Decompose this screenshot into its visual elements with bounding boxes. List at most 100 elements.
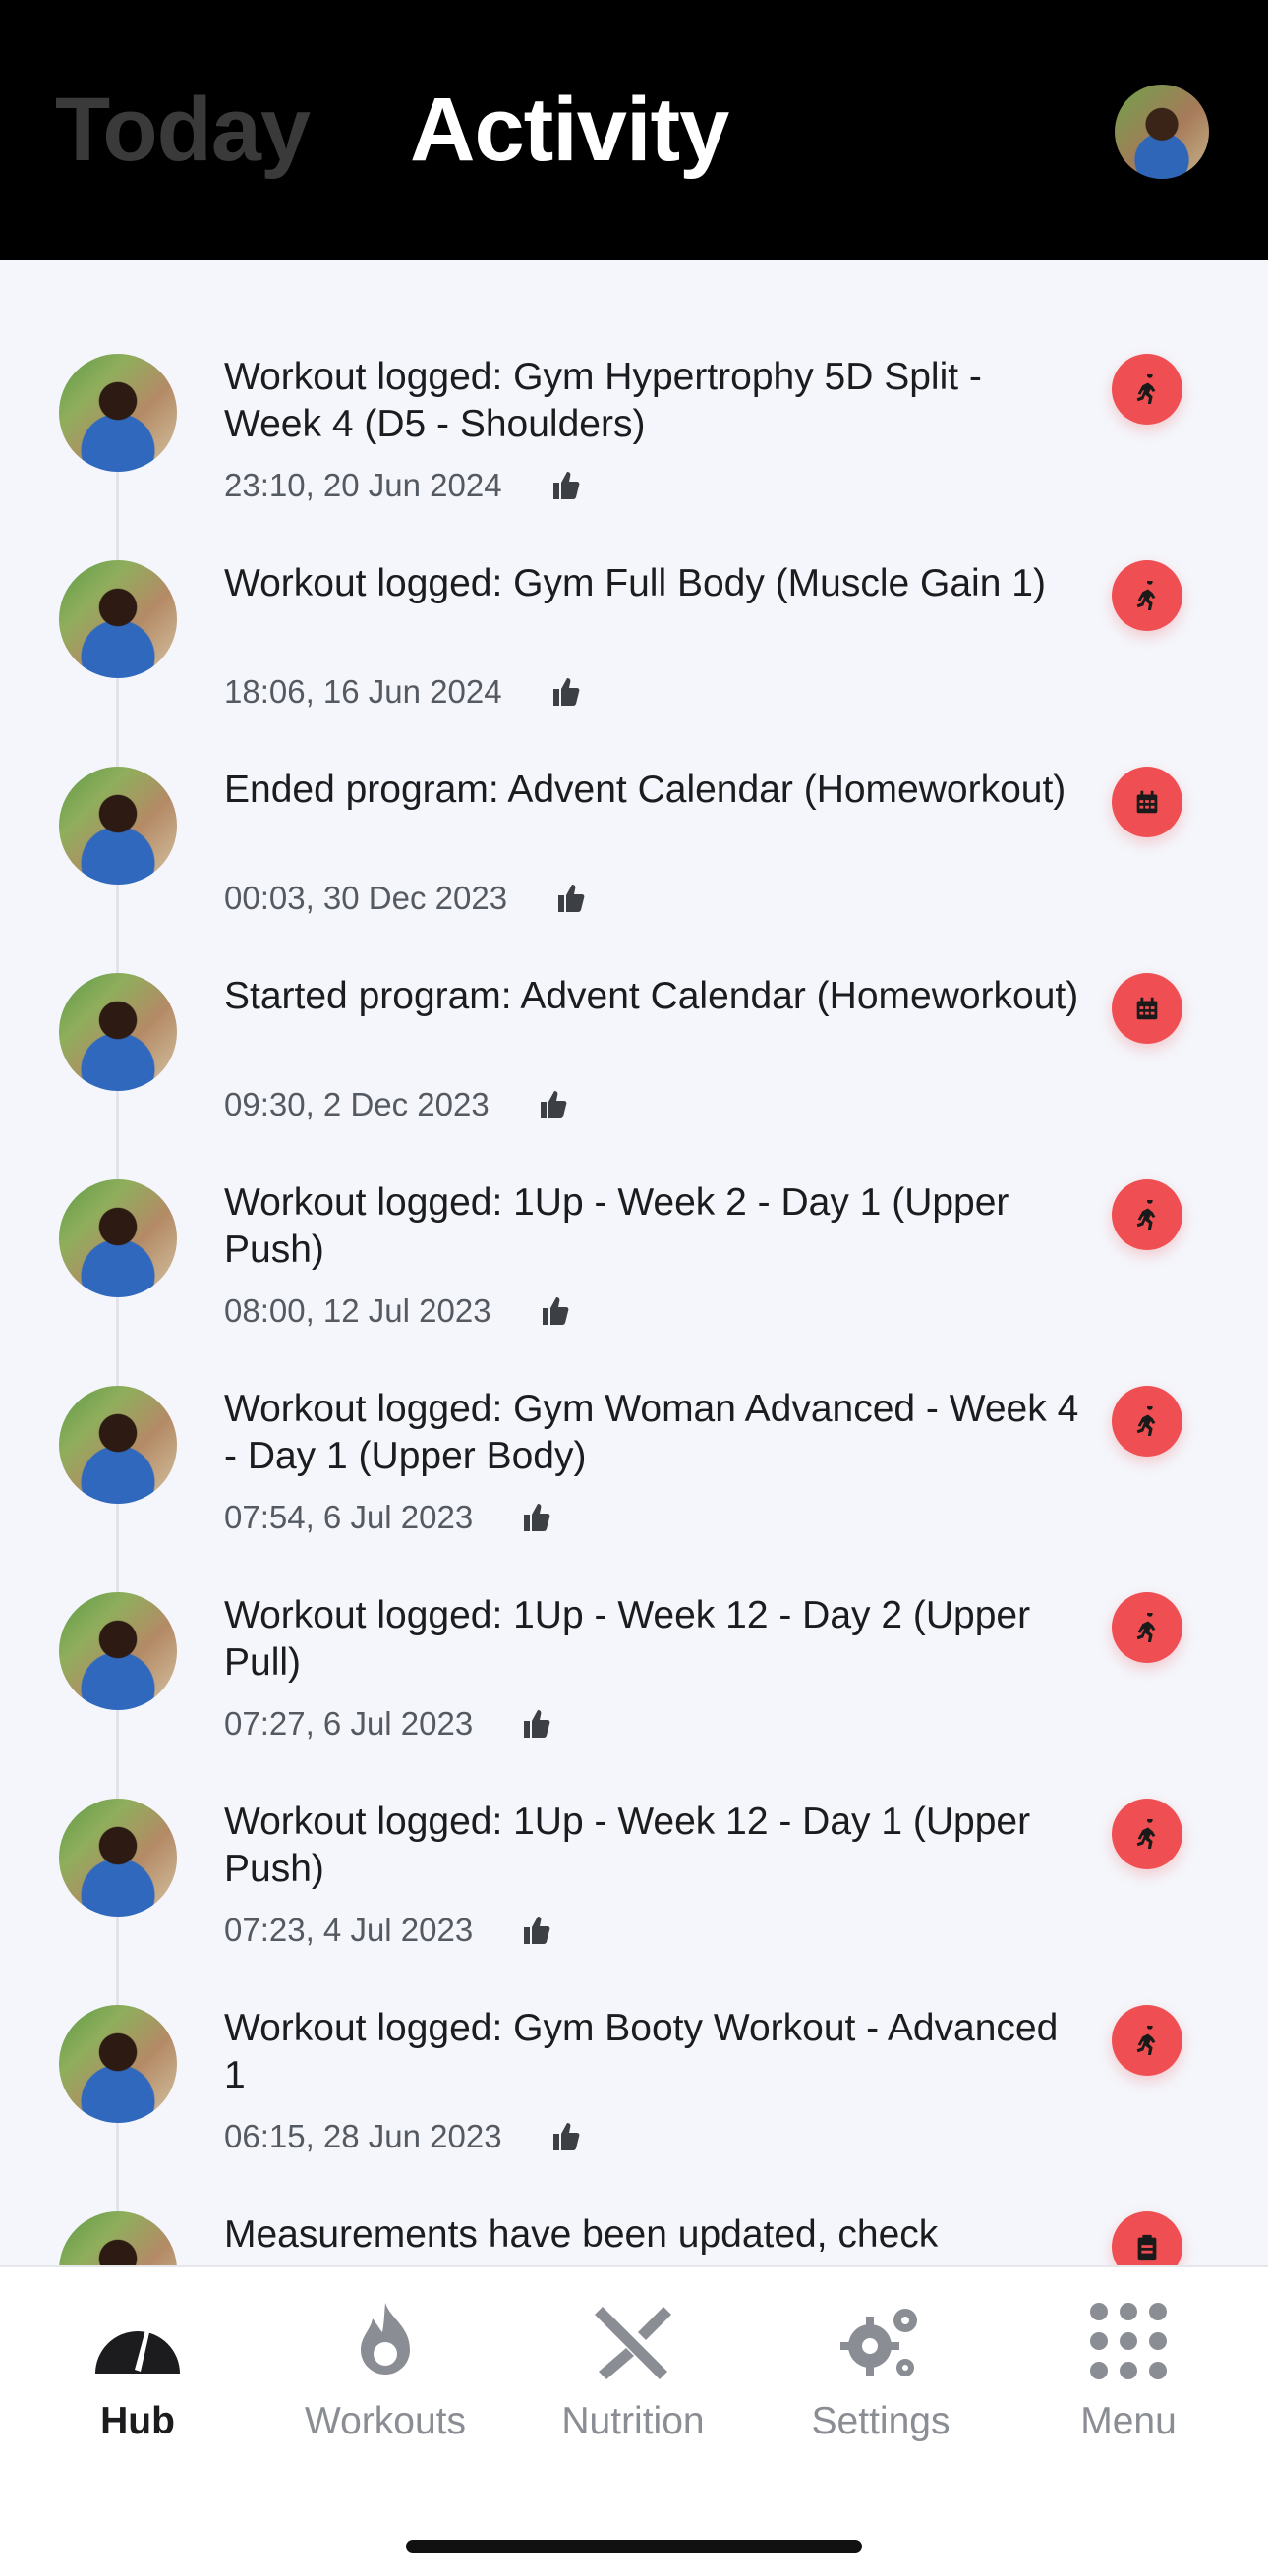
activity-type-badge [1112,560,1182,631]
activity-time: 07:54, 6 Jul 2023 [224,1499,474,1535]
activity-type-badge [1112,354,1182,425]
user-avatar [59,1386,177,1504]
activity-type-badge [1112,2005,1182,2076]
activity-time: 08:00, 12 Jul 2023 [224,1292,491,1329]
activity-meta: 00:03, 30 Dec 2023 [224,880,588,917]
activity-time: 07:23, 4 Jul 2023 [224,1912,474,1948]
thumbs-up-icon[interactable] [520,1501,553,1534]
grid-dots-icon [1090,2303,1167,2379]
tab-nutrition-label: Nutrition [561,2400,705,2442]
activity-meta: 09:30, 2 Dec 2023 [224,1086,570,1123]
tab-hub-label: Hub [100,2400,175,2442]
tab-nutrition[interactable]: Nutrition [510,2267,756,2482]
thumbs-up-icon[interactable] [520,1707,553,1741]
activity-meta: 08:00, 12 Jul 2023 [224,1292,572,1330]
activity-item[interactable]: Workout logged: Gym Full Body (Muscle Ga… [0,560,1268,767]
tab-menu-label: Menu [1080,2400,1177,2442]
activity-title: Ended program: Advent Calendar (Homework… [224,769,1066,811]
fork-knife-icon [595,2307,671,2379]
running-icon [1136,1819,1156,1849]
tab-workouts-label: Workouts [305,2400,466,2442]
activity-time: 06:15, 28 Jun 2023 [224,2118,502,2154]
activity-item[interactable]: Workout logged: Gym Hypertrophy 5D Split… [0,354,1268,560]
tab-workouts[interactable]: Workouts [262,2267,508,2482]
activity-time: 07:27, 6 Jul 2023 [224,1705,474,1742]
calendar-icon [1136,997,1158,1020]
activity-type-badge [1112,2211,1182,2265]
activity-time: 00:03, 30 Dec 2023 [224,880,508,916]
profile-avatar[interactable] [1115,85,1209,179]
user-avatar [59,354,177,472]
activity-title: Started program: Advent Calendar (Homewo… [224,975,1079,1017]
activity-title: Workout logged: Gym Hypertrophy 5D Split… [224,356,982,445]
activity-title: Workout logged: 1Up - Week 2 - Day 1 (Up… [224,1181,1009,1271]
activity-type-badge [1112,973,1182,1044]
thumbs-up-icon[interactable] [539,1294,572,1328]
thumbs-up-icon[interactable] [549,2120,583,2153]
home-indicator-area [0,2480,1268,2576]
activity-type-badge [1112,1799,1182,1869]
thumbs-up-icon[interactable] [549,469,583,502]
activity-item[interactable]: Workout logged: Gym Woman Advanced - Wee… [0,1386,1268,1592]
gears-icon [840,2309,917,2376]
activity-time: 18:06, 16 Jun 2024 [224,673,502,710]
user-avatar [59,973,177,1091]
running-icon [1136,1200,1156,1230]
bottom-tab-bar: Hub Workouts Nutrition Settings Menu [0,2265,1268,2480]
activity-meta: 07:27, 6 Jul 2023 [224,1705,553,1743]
activity-meta: 23:10, 20 Jun 2024 [224,467,583,504]
activity-item[interactable]: Workout logged: 1Up - Week 12 - Day 1 (U… [0,1799,1268,2005]
activity-feed[interactable]: Workout logged: Gym Hypertrophy 5D Split… [0,260,1268,2265]
activity-meta: 07:23, 4 Jul 2023 [224,1912,553,1949]
activity-meta: 18:06, 16 Jun 2024 [224,673,583,711]
activity-item[interactable]: Measurements have been updated, check [0,2211,1268,2265]
thumbs-up-icon[interactable] [537,1088,570,1121]
activity-type-badge [1112,1386,1182,1457]
activity-title: Measurements have been updated, check [224,2213,939,2256]
thumbs-up-icon[interactable] [520,1914,553,1947]
app-header: Today Activity [0,0,1268,260]
running-icon [1136,374,1156,404]
tab-today[interactable]: Today [55,79,311,182]
running-icon [1136,581,1156,610]
activity-item[interactable]: Ended program: Advent Calendar (Homework… [0,767,1268,973]
tab-settings-label: Settings [811,2400,951,2442]
thumbs-up-icon[interactable] [549,675,583,709]
user-avatar [59,1592,177,1710]
user-avatar [59,1179,177,1297]
activity-title: Workout logged: Gym Woman Advanced - Wee… [224,1388,1079,1477]
thumbs-up-icon[interactable] [554,882,588,915]
home-indicator[interactable] [406,2540,862,2553]
activity-item[interactable]: Workout logged: 1Up - Week 12 - Day 2 (U… [0,1592,1268,1799]
activity-type-badge [1112,767,1182,837]
tab-hub[interactable]: Hub [15,2267,260,2482]
activity-time: 23:10, 20 Jun 2024 [224,467,502,503]
activity-title: Workout logged: 1Up - Week 12 - Day 1 (U… [224,1801,1031,1890]
flame-icon [361,2303,410,2375]
calendar-icon [1136,790,1158,814]
running-icon [1136,2026,1156,2055]
activity-title: Workout logged: Gym Full Body (Muscle Ga… [224,562,1046,604]
activity-meta: 07:54, 6 Jul 2023 [224,1499,553,1536]
user-avatar [59,560,177,678]
user-avatar [59,2005,177,2123]
activity-type-badge [1112,1592,1182,1663]
tab-activity[interactable]: Activity [410,79,729,182]
clipboard-icon [1137,2234,1157,2261]
running-icon [1136,1406,1156,1436]
activity-meta: 06:15, 28 Jun 2023 [224,2118,583,2155]
gauge-icon [95,2326,180,2374]
activity-item[interactable]: Workout logged: 1Up - Week 2 - Day 1 (Up… [0,1179,1268,1386]
activity-title: Workout logged: 1Up - Week 12 - Day 2 (U… [224,1594,1031,1684]
activity-time: 09:30, 2 Dec 2023 [224,1086,490,1122]
activity-type-badge [1112,1179,1182,1250]
user-avatar [59,2211,177,2265]
user-avatar [59,1799,177,1917]
tab-menu[interactable]: Menu [1006,2267,1251,2482]
tab-settings[interactable]: Settings [758,2267,1004,2482]
activity-title: Workout logged: Gym Booty Workout - Adva… [224,2007,1059,2096]
activity-item[interactable]: Workout logged: Gym Booty Workout - Adva… [0,2005,1268,2211]
running-icon [1136,1613,1156,1642]
activity-item[interactable]: Started program: Advent Calendar (Homewo… [0,973,1268,1179]
user-avatar [59,767,177,885]
